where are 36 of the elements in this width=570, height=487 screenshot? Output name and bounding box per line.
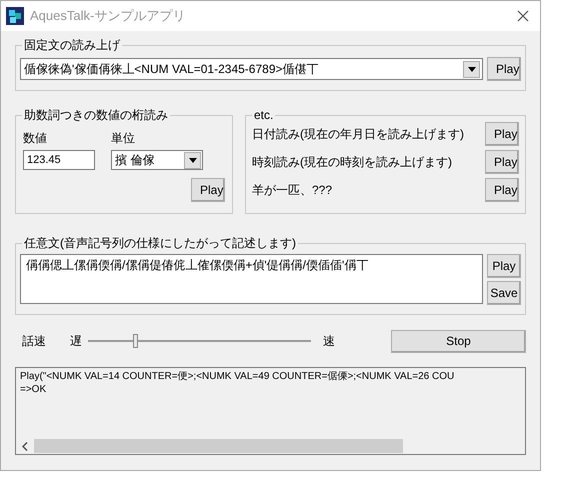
text-area[interactable]: 偁偁偲丄傫偁偄偁/傫偁偍偆侂丄傕傫偄偁+偵'偍偁偁/偄偛偛'偁丅	[20, 254, 483, 304]
unit-dropdown[interactable]: 擯 倫傢	[111, 150, 203, 170]
option-label: 日付読み(現在の年月日を読み上げます)	[252, 126, 464, 143]
group-title: 固定文の読み上げ	[22, 37, 122, 53]
option-label: 羊が一匹、???	[252, 182, 332, 199]
play-button[interactable]: Play	[487, 254, 521, 278]
number-label: 数値	[23, 130, 48, 147]
window-title: AquesTalk-サンプルアプリ	[30, 7, 186, 26]
scrollbar-thumb[interactable]	[34, 439, 403, 453]
dropdown-button[interactable]	[463, 60, 480, 78]
play-button[interactable]: Play	[487, 57, 521, 81]
app-icon	[6, 7, 24, 25]
speed-label: 話速	[22, 333, 46, 350]
speed-slider[interactable]	[88, 334, 311, 348]
log-line: Play("<NUMK VAL=14 COUNTER=便>;<NUMK VAL=49 COUNTER=倨傈>;<NUMK VAL=26 COU	[20, 370, 456, 383]
unit-label: 単位	[111, 130, 136, 147]
save-button[interactable]: Save	[487, 281, 521, 305]
caret-icon	[188, 158, 196, 162]
number-field[interactable]: 123.45	[23, 150, 95, 170]
play-button[interactable]: Play	[485, 178, 519, 202]
dropdown-button[interactable]	[184, 152, 201, 168]
log-line: =>OK	[20, 383, 48, 396]
play-button[interactable]: Play	[485, 122, 519, 146]
stop-button[interactable]: Stop	[391, 330, 526, 352]
group-title: 任意文(音声記号列の仕様にしたがって記述します)	[22, 235, 298, 251]
option-label: 時刻読み(現在の時刻を読み上げます)	[252, 154, 452, 171]
slow-label: 遅	[70, 333, 82, 350]
slider-thumb[interactable]	[132, 334, 138, 348]
group-title: 助数詞つきの数値の桁読み	[22, 107, 170, 123]
play-button[interactable]: Play	[485, 150, 519, 174]
fast-label: 速	[323, 333, 335, 350]
text-dropdown[interactable]: 偱傢徕偽'傢価侢徕丄<NUM VAL=01-2345-6789>偱偡丅	[20, 58, 483, 80]
close-icon[interactable]	[517, 10, 529, 22]
caret-icon	[468, 66, 476, 72]
scroll-left-icon[interactable]	[22, 442, 28, 450]
play-button[interactable]: Play	[191, 178, 225, 202]
